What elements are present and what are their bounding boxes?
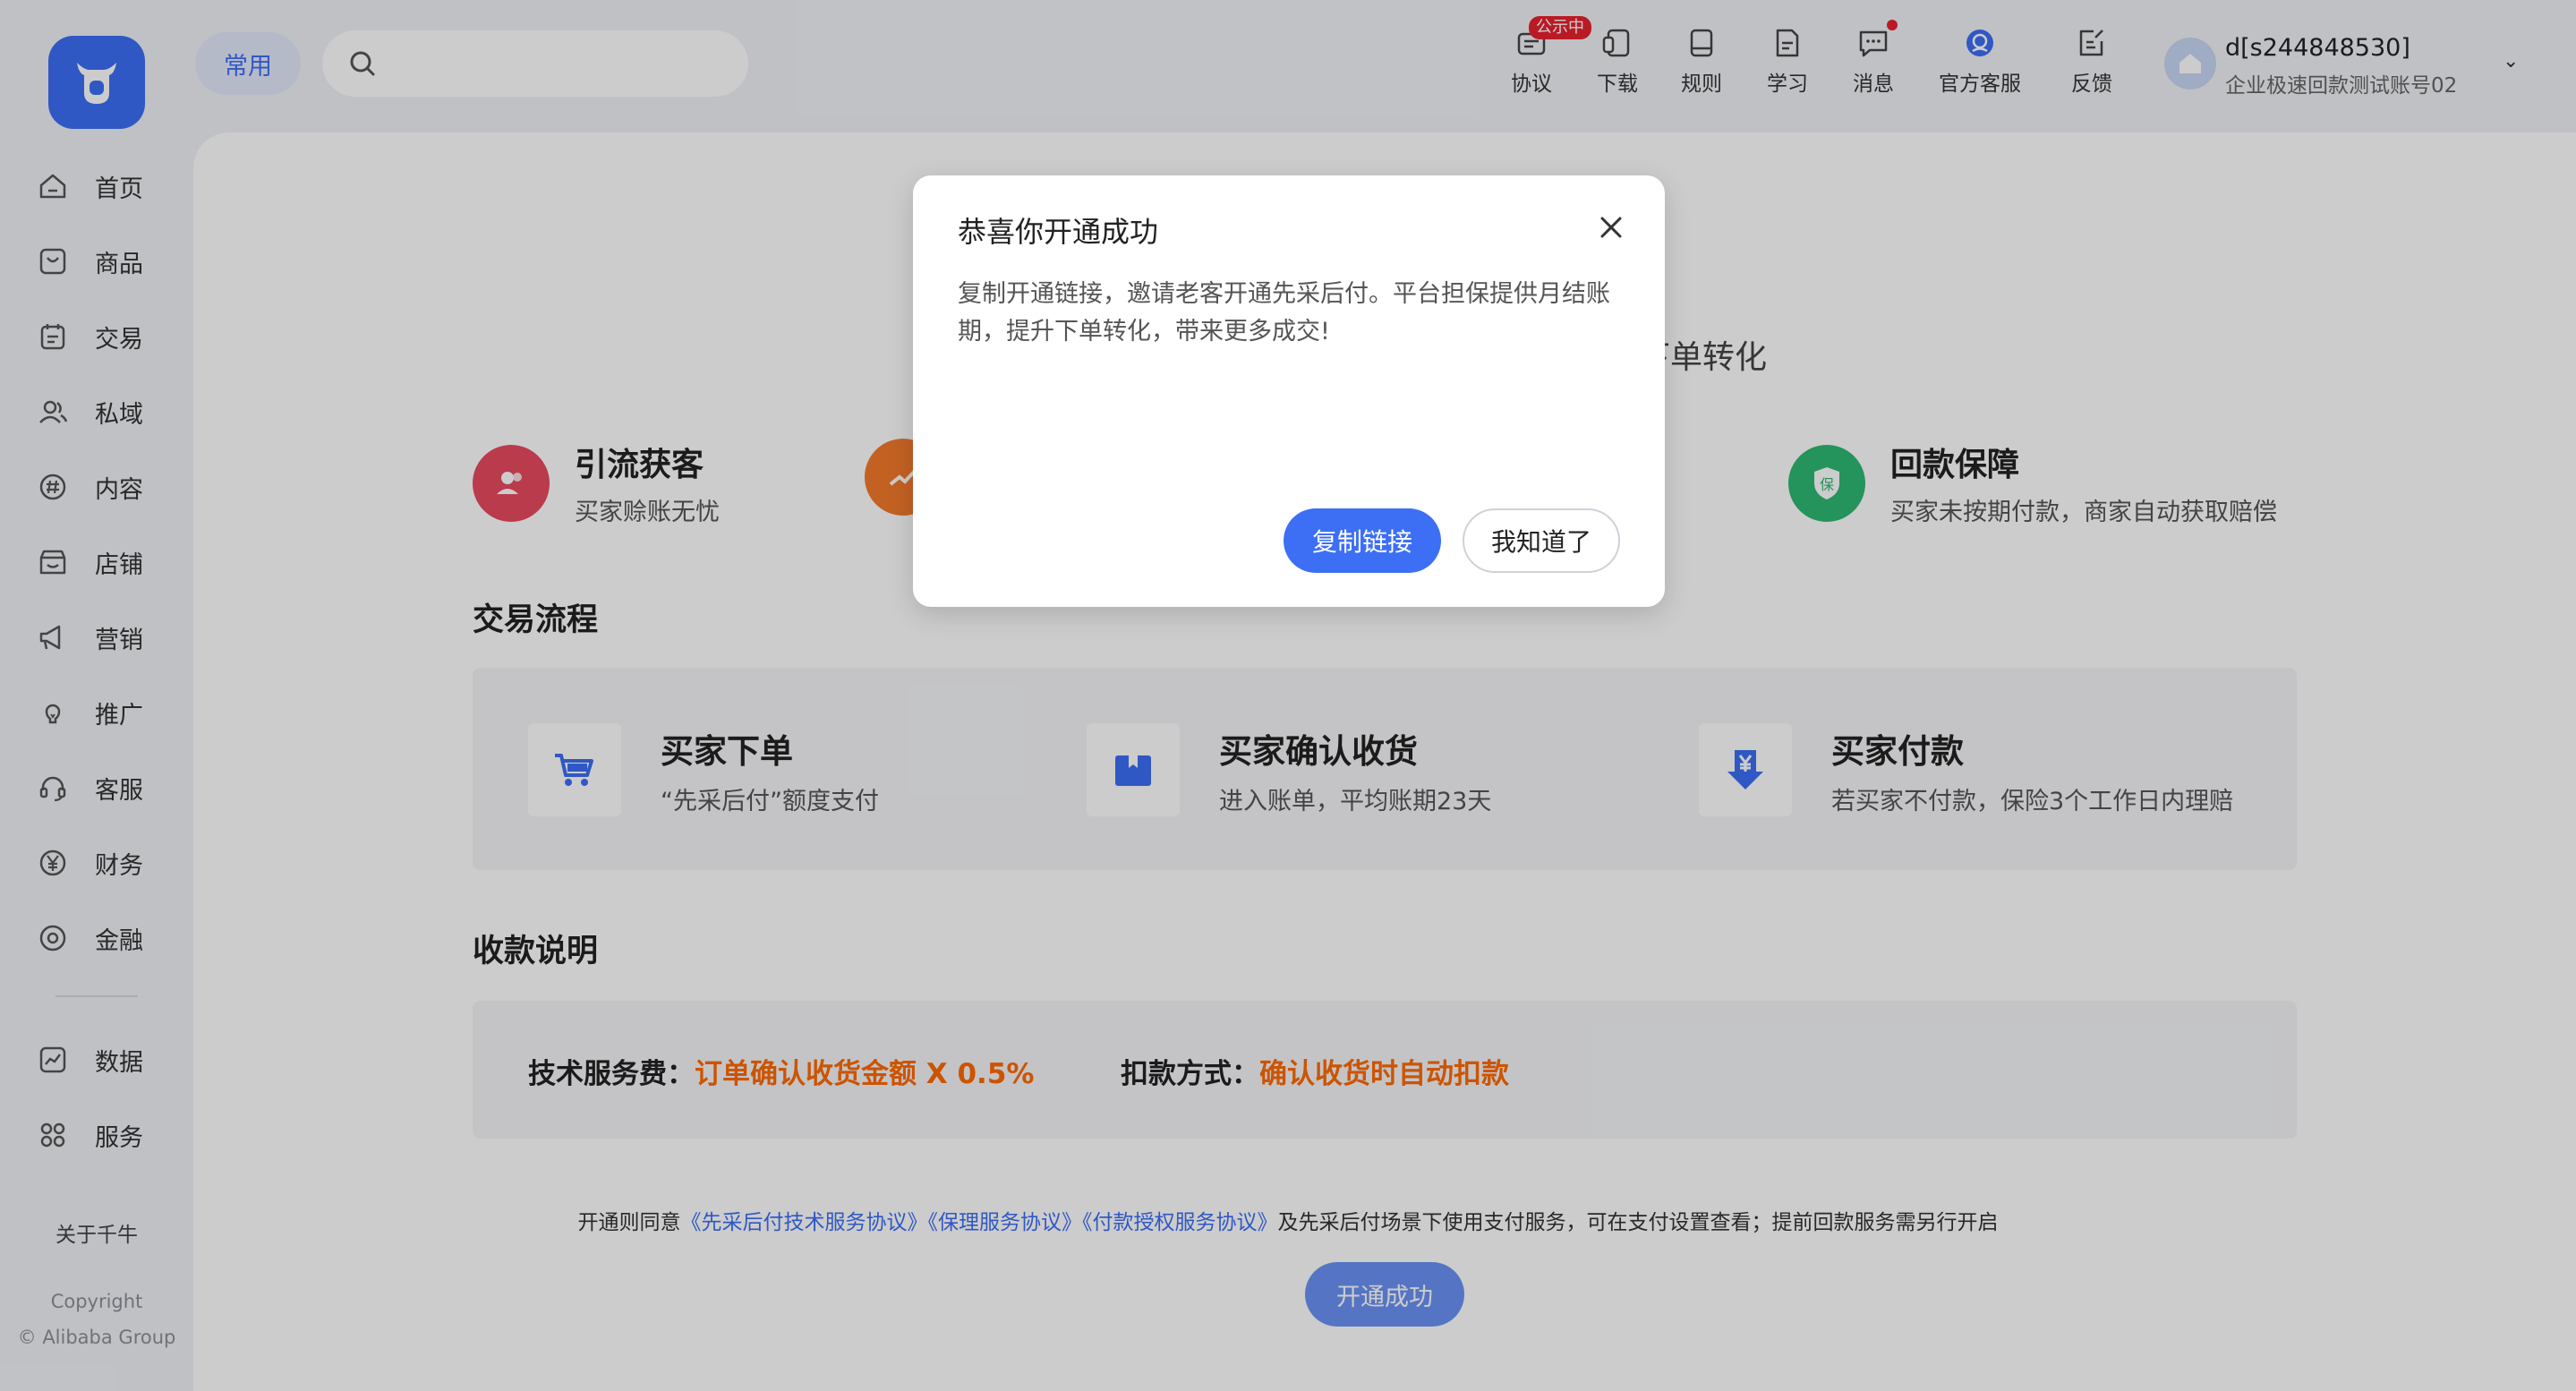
modal-title: 恭喜你开通成功 [958, 215, 1159, 249]
copy-link-button[interactable]: 复制链接 [1284, 508, 1441, 573]
modal-body: 复制开通链接，邀请老客开通先采后付。平台担保提供月结账期，提升下单转化，带来更多… [958, 280, 1610, 346]
success-modal: 恭喜你开通成功 复制开通链接，邀请老客开通先采后付。平台担保提供月结账期，提升下… [913, 175, 1665, 607]
got-it-button[interactable]: 我知道了 [1463, 508, 1620, 573]
close-icon[interactable] [1593, 209, 1629, 245]
